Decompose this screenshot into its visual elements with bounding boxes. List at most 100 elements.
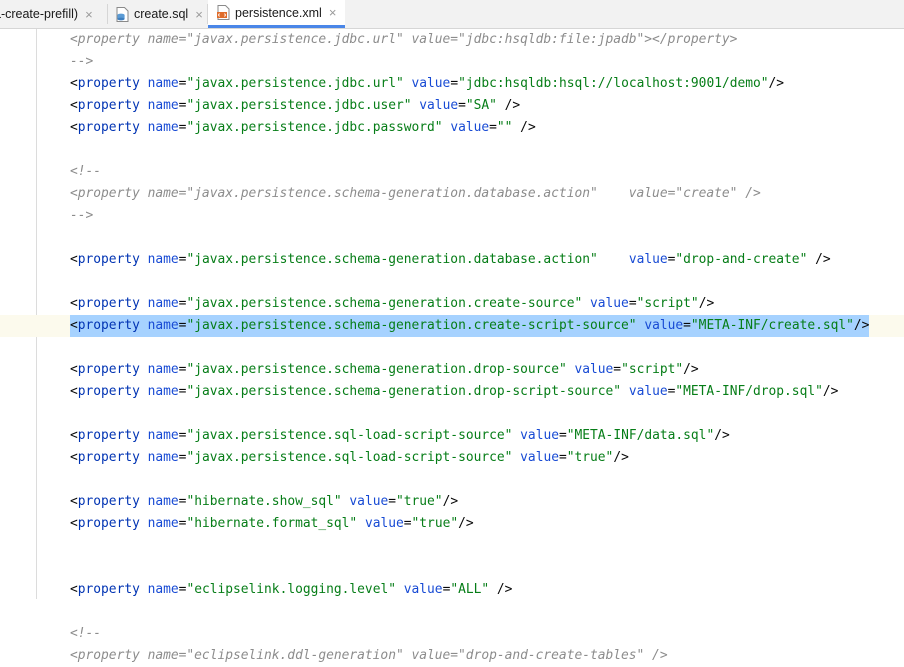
xml-attribute-name: name [147,296,179,311]
tab-divider [107,4,108,24]
xml-file-icon [217,5,230,20]
xml-equals: = [683,318,691,333]
xml-equals: = [450,76,459,91]
tag-open-bracket: < [70,120,78,135]
close-tab-icon[interactable]: × [329,5,337,20]
property-value: "META-INF/drop.sql" [675,384,823,399]
xml-attribute-name: value [349,494,389,509]
xml-comment-text: <property name="javax.persistence.schema… [70,186,761,201]
code-line[interactable]: <property name = "javax.persistence.jdbc.p… [0,117,904,139]
code-line[interactable]: <property name="eclipselink.ddl-generati… [0,645,904,667]
code-line[interactable]: <property name="javax.persistence.jdbc.u… [0,95,904,117]
code-line[interactable] [0,601,904,623]
code-line[interactable]: <!-- [0,623,904,645]
code-text: <property name="javax.persistence.schema… [70,315,870,337]
code-line[interactable]: <property name="eclipselink.logging.leve… [0,579,904,601]
code-line[interactable]: --> [0,51,904,73]
code-line[interactable] [0,337,904,359]
code-line[interactable]: <property name = "hibernate.show_sql" valu… [0,491,904,513]
property-name-value: "hibernate.show_sql" [186,494,342,509]
property-name-value: "javax.persistence.jdbc.url" [186,76,404,91]
code-text: <property name="eclipselink.ddl-generati… [70,645,668,667]
code-line[interactable]: <property name = "hibernate.format_sql" va… [0,513,904,535]
tag-open-bracket: < [70,384,78,399]
code-text: <property name = "javax.persistence.jdbc.p… [70,117,536,139]
property-value: "" [496,120,513,135]
property-value: "true" [566,450,614,465]
xml-attribute-name: name [147,428,179,443]
code-text: <property name="javax.persistence.jdbc.u… [70,29,737,51]
code-line[interactable]: <property name = "javax.persistence.sql-lo… [0,447,904,469]
xml-attribute-name: name [147,120,179,135]
property-name-value: "javax.persistence.schema-generation.dat… [186,252,598,267]
xml-equals: = [628,296,637,311]
close-tab-icon[interactable]: × [85,7,93,22]
code-line[interactable]: <property name="javax.persistence.schema… [0,293,904,315]
code-line[interactable]: <property name="javax.persistence.schema… [0,359,904,381]
tag-open-bracket: < [70,98,78,113]
xml-tag-name: property [77,362,140,377]
xml-comment-text: <!-- [70,164,102,179]
tab-label: create.sql [134,7,189,21]
xml-tag-name: property [77,120,140,135]
tab-create-sql[interactable]: create.sql × [116,0,203,28]
code-text: <!-- [70,161,101,183]
tab-label: persistence.xml [235,5,322,20]
tag-close: /> [698,296,715,311]
tag-close: /> [714,428,730,443]
tag-close: /> [768,76,785,91]
property-value: "ALL" [450,582,490,597]
xml-tag-name: property [77,450,140,465]
xml-attribute-name: value [644,318,684,333]
code-line[interactable]: <property name="javax.persistence.jdbc.u… [0,29,904,51]
tag-open-bracket: < [70,516,78,531]
xml-attribute-name: value [364,516,404,531]
tag-open-bracket: < [70,252,78,267]
tab-prefill[interactable]: a-create-prefill) × [0,0,93,28]
property-name-value: "javax.persistence.schema-generation.cre… [186,296,583,311]
property-name-value: "javax.persistence.jdbc.password" [186,120,443,135]
code-line[interactable] [0,139,904,161]
code-text: --> [70,205,93,227]
code-line[interactable]: --> [0,205,904,227]
code-line[interactable]: <property name="javax.persistence.schema… [0,183,904,205]
property-name-value: "hibernate.format_sql" [186,516,358,531]
code-line[interactable] [0,535,904,557]
code-line[interactable] [0,557,904,579]
property-name-value: "javax.persistence.schema-generation.dro… [186,384,622,399]
xml-tag-name: property [77,384,140,399]
code-line[interactable] [0,271,904,293]
code-text: <property name="javax.persistence.schema… [70,359,699,381]
property-name-value: "javax.persistence.schema-generation.dro… [186,362,567,377]
xml-comment-text: <property name="eclipselink.ddl-generati… [70,648,668,663]
code-text: <property name="javax.persistence.jdbc.u… [70,73,784,95]
xml-equals: = [613,362,622,377]
close-tab-icon[interactable]: × [195,7,203,22]
code-line[interactable] [0,469,904,491]
code-line[interactable]: <property name="javax.persistence.schema… [0,381,904,403]
code-line[interactable]: <property name="javax.persistence.jdbc.u… [0,73,904,95]
code-line[interactable] [0,227,904,249]
code-line[interactable] [0,403,904,425]
property-value: "true" [396,494,443,509]
xml-tag-name: property [77,318,140,333]
code-editor[interactable]: <property name="javax.persistence.jdbc.u… [0,29,904,667]
code-line[interactable]: <property name="javax.persistence.schema… [0,249,904,271]
property-value: "META-INF/data.sql" [566,428,715,443]
tab-persistence-xml[interactable]: persistence.xml × [208,0,346,28]
xml-attribute-name: value [520,450,559,465]
code-text: <property name="javax.persistence.schema… [70,183,761,205]
xml-attribute-name: value [450,120,490,135]
code-line[interactable]: <!-- [0,161,904,183]
code-line[interactable]: <property name = "javax.persistence.sql-lo… [0,425,904,447]
tag-close: /> [442,494,459,509]
xml-attribute-name: name [147,98,179,113]
code-line-selected[interactable]: <property name = "javax.persistence.schema… [0,315,904,337]
